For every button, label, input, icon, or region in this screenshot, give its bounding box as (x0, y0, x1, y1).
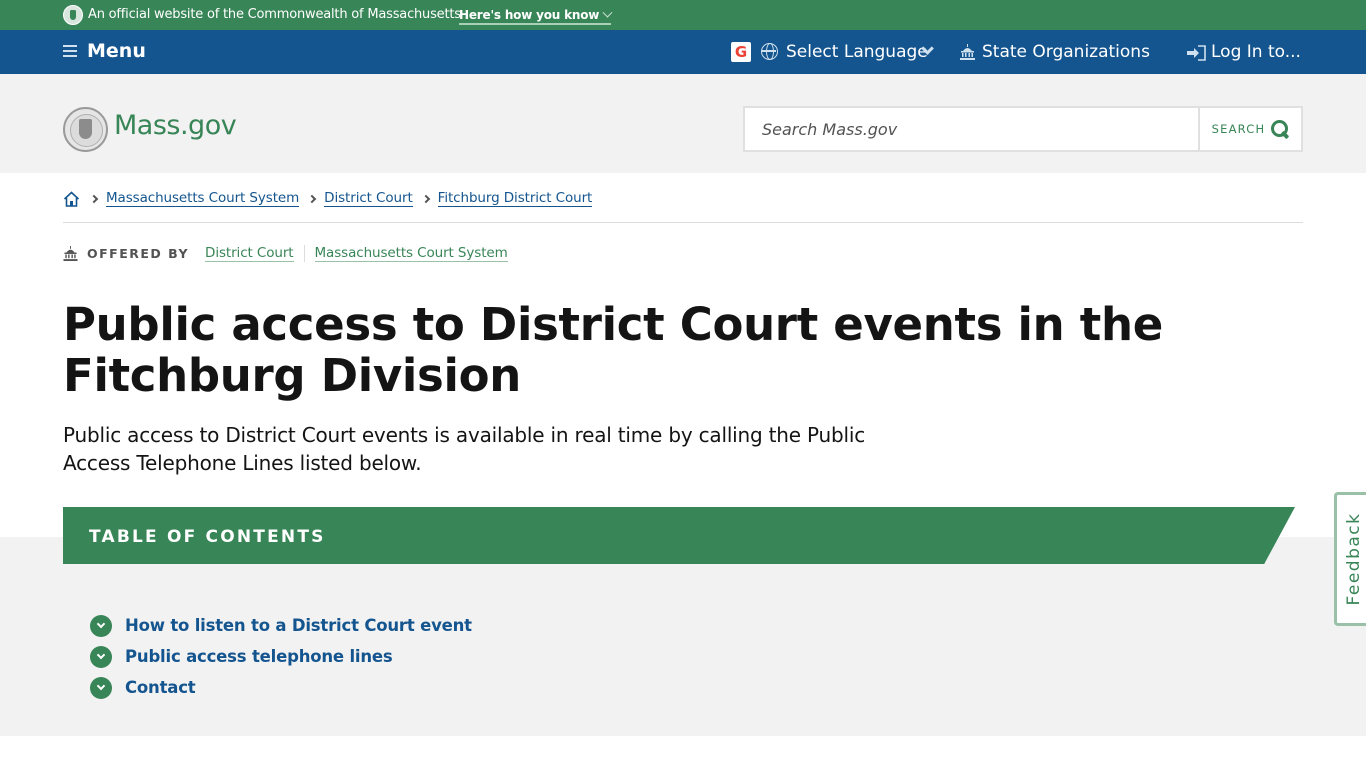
toc-title: TABLE OF CONTENTS (89, 527, 326, 547)
offered-by-court-system-link[interactable]: Massachusetts Court System (314, 245, 508, 262)
chevron-right-icon (421, 194, 430, 203)
toc-item-how-to-listen[interactable]: How to listen to a District Court event (90, 610, 472, 641)
offered-by: OFFERED BY District Court Massachusetts … (63, 245, 508, 262)
chevron-down-circle-icon (90, 676, 112, 699)
chevron-right-icon (307, 194, 317, 203)
search-input[interactable] (745, 108, 1198, 150)
capitol-building-icon (960, 44, 975, 60)
google-translate-icon: G (731, 42, 751, 62)
breadcrumb-link-fitchburg[interactable]: Fitchburg District Court (437, 190, 592, 207)
chevron-down-icon (602, 7, 613, 18)
chevron-right-icon (89, 194, 99, 203)
toc-item-telephone-lines[interactable]: Public access telephone lines (90, 641, 472, 672)
log-in-button[interactable]: Log In to... (1211, 42, 1301, 62)
chevron-down-circle-icon (90, 614, 112, 637)
search-button[interactable]: SEARCH (1198, 108, 1301, 150)
toc-link[interactable]: How to listen to a District Court event (125, 616, 472, 635)
feedback-label: Feedback (1343, 512, 1364, 606)
feedback-button[interactable]: Feedback (1334, 492, 1366, 626)
menu-label: Menu (87, 40, 146, 62)
capitol-building-icon (63, 246, 78, 261)
utility-nav: Menu G Select Language State Organizatio… (0, 30, 1366, 74)
heres-how-you-know-label: Here's how you know (459, 8, 600, 22)
state-seal-icon (63, 5, 83, 25)
separator (303, 245, 305, 262)
offered-by-district-court-link[interactable]: District Court (205, 245, 294, 262)
mass-gov-home-link[interactable]: Mass.gov (114, 110, 237, 141)
site-header: Mass.gov SEARCH (0, 74, 1366, 173)
state-organizations-button[interactable]: State Organizations (982, 42, 1150, 62)
heres-how-you-know-link[interactable]: Here's how you know (459, 7, 613, 25)
breadcrumb-link-court-system[interactable]: Massachusetts Court System (106, 190, 299, 207)
chevron-down-circle-icon (90, 645, 112, 668)
toc-item-contact[interactable]: Contact (90, 672, 472, 703)
mass-seal-logo-icon[interactable] (63, 107, 108, 152)
page-title: Public access to District Court events i… (63, 298, 1163, 402)
divider (63, 222, 1303, 223)
search-icon (1271, 120, 1289, 138)
official-banner-text: An official website of the Commonwealth … (88, 7, 461, 22)
toc-list: How to listen to a District Court event … (90, 610, 472, 703)
home-icon[interactable] (63, 190, 80, 207)
page-lede: Public access to District Court events i… (63, 423, 866, 475)
hamburger-icon (63, 45, 77, 57)
toc-link[interactable]: Contact (125, 678, 196, 697)
search-button-label: SEARCH (1211, 122, 1266, 136)
offered-by-label: OFFERED BY (87, 246, 190, 261)
globe-icon (761, 43, 778, 60)
official-banner: An official website of the Commonwealth … (0, 0, 1366, 30)
login-icon (1187, 45, 1206, 61)
select-language-button[interactable]: Select Language (786, 42, 928, 62)
toc-link[interactable]: Public access telephone lines (125, 647, 393, 666)
breadcrumb-link-district-court[interactable]: District Court (324, 190, 413, 207)
breadcrumb: Massachusetts Court System District Cour… (63, 190, 592, 207)
search-form: SEARCH (743, 106, 1303, 152)
menu-button[interactable]: Menu (63, 40, 146, 62)
